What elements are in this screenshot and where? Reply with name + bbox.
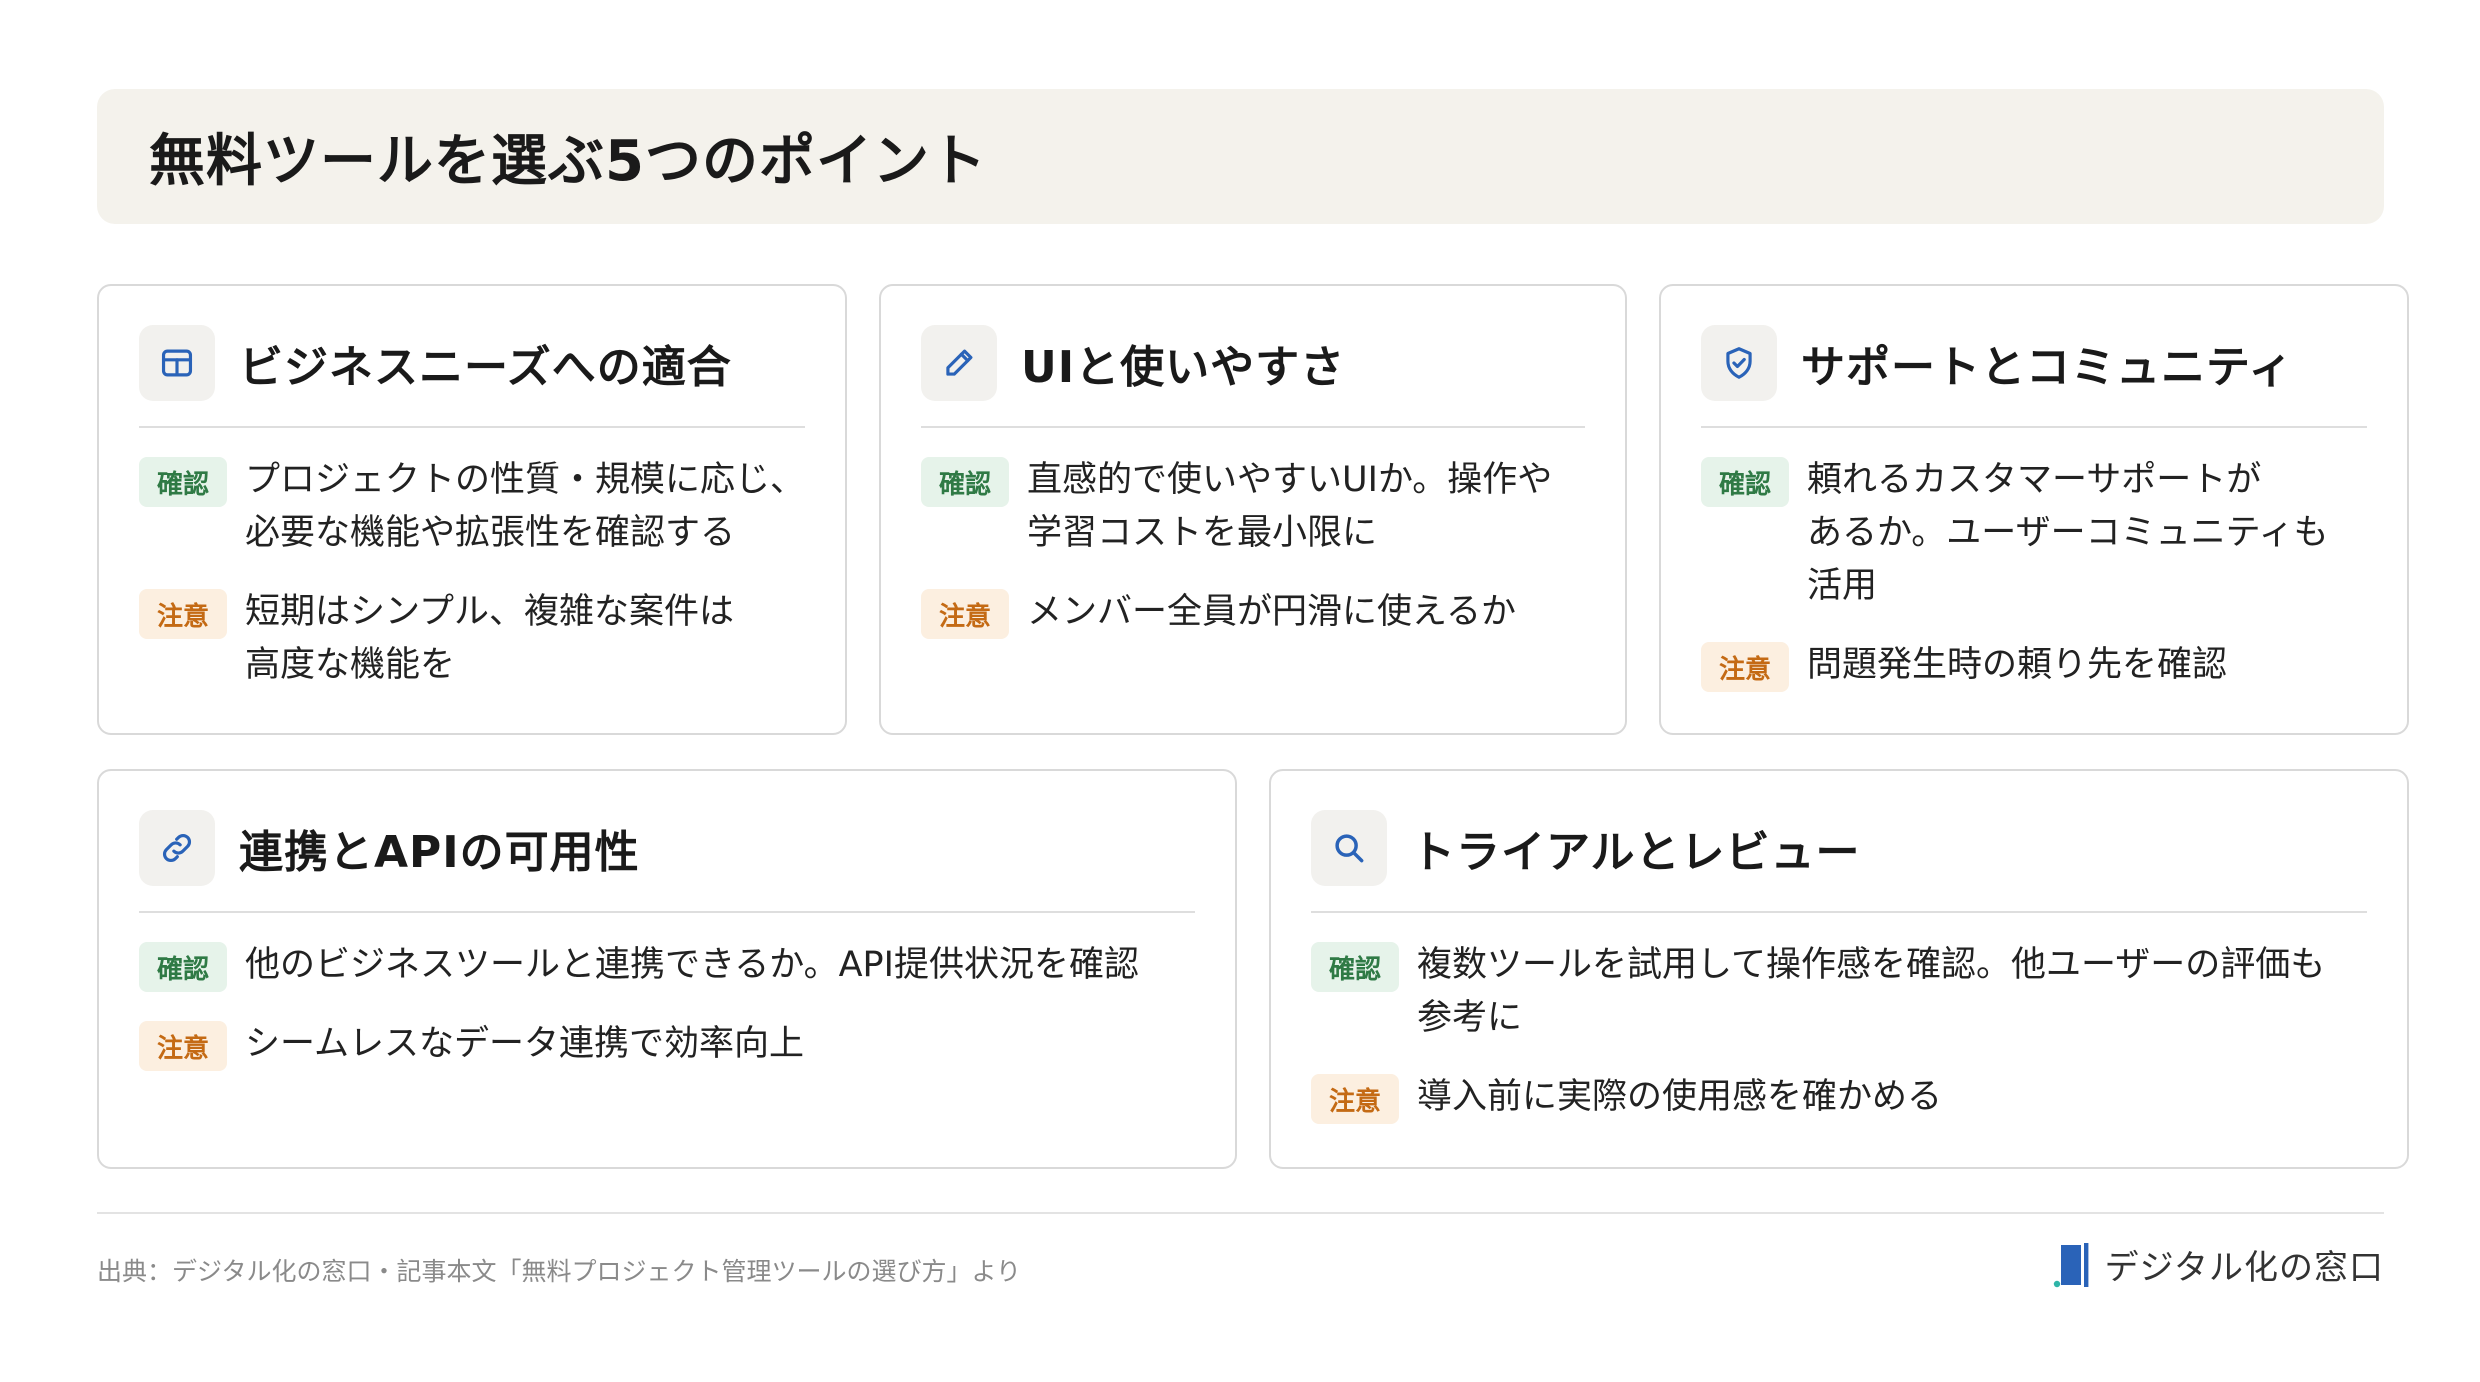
warn-badge: 注意 xyxy=(921,589,1009,639)
card-trial-review: トライアルとレビュー 確認 複数ツールを試用して操作感を確認。他ユーザーの評価も… xyxy=(1269,769,2409,1169)
card-title: サポートとコミュニティ xyxy=(1801,342,2294,393)
card-support-community: サポートとコミュニティ 確認 頼れるカスタマーサポートが あるか。ユーザーコミュ… xyxy=(1659,284,2409,735)
check-badge: 確認 xyxy=(921,457,1009,507)
page-title: 無料ツールを選ぶ5つのポイント xyxy=(149,129,987,194)
warn-text: シームレスなデータ連携で効率向上 xyxy=(245,1024,804,1064)
card-header: トライアルとレビュー xyxy=(1311,809,2367,887)
card-integration-api: 連携とAPIの可用性 確認 他のビジネスツールと連携できるか。API提供状況を確… xyxy=(97,769,1237,1169)
card-title: トライアルとレビュー xyxy=(1411,827,1861,878)
warn-text: 導入前に実際の使用感を確かめる xyxy=(1417,1077,1943,1117)
check-text: 直感的で使いやすいUIか。操作や 学習コストを最小限に xyxy=(1027,460,1553,553)
warn-row: 注意 シームレスなデータ連携で効率向上 xyxy=(139,1018,1195,1071)
warn-text: メンバー全員が円滑に使えるか xyxy=(1027,592,1516,632)
warn-text: 短期はシンプル、複雑な案件は 高度な機能を xyxy=(245,592,734,685)
grid-icon xyxy=(139,325,215,401)
brand-logo-icon xyxy=(2053,1242,2089,1287)
link-icon xyxy=(139,810,215,886)
check-row: 確認 直感的で使いやすいUIか。操作や 学習コストを最小限に xyxy=(921,454,1585,560)
check-text: 頼れるカスタマーサポートが あるか。ユーザーコミュニティも 活用 xyxy=(1807,460,2329,606)
check-badge: 確認 xyxy=(1311,942,1399,992)
check-badge: 確認 xyxy=(139,457,227,507)
footer-divider xyxy=(97,1212,2384,1214)
card-header: ビジネスニーズへの適合 xyxy=(139,324,805,402)
card-title: UIと使いやすさ xyxy=(1021,342,1346,393)
source-note: 出典：デジタル化の窓口・記事本文「無料プロジェクト管理ツールの選び方」より xyxy=(97,1257,1022,1286)
divider xyxy=(1701,426,2367,428)
warn-row: 注意 導入前に実際の使用感を確かめる xyxy=(1311,1071,2367,1124)
shield-check-icon xyxy=(1701,325,1777,401)
card-header: 連携とAPIの可用性 xyxy=(139,809,1195,887)
card-ui-usability: UIと使いやすさ 確認 直感的で使いやすいUIか。操作や 学習コストを最小限に … xyxy=(879,284,1627,735)
check-row: 確認 他のビジネスツールと連携できるか。API提供状況を確認 xyxy=(139,939,1195,992)
warn-row: 注意 メンバー全員が円滑に使えるか xyxy=(921,586,1585,639)
card-header: サポートとコミュニティ xyxy=(1701,324,2367,402)
title-banner: 無料ツールを選ぶ5つのポイント xyxy=(97,89,2384,224)
warn-badge: 注意 xyxy=(1311,1074,1399,1124)
card-header: UIと使いやすさ xyxy=(921,324,1585,402)
warn-row: 注意 短期はシンプル、複雑な案件は 高度な機能を xyxy=(139,586,805,692)
card-business-fit: ビジネスニーズへの適合 確認 プロジェクトの性質・規模に応じ、 必要な機能や拡張… xyxy=(97,284,847,735)
card-title: 連携とAPIの可用性 xyxy=(239,827,640,878)
check-badge: 確認 xyxy=(1701,457,1789,507)
check-badge: 確認 xyxy=(139,942,227,992)
divider xyxy=(139,426,805,428)
brand-name: デジタル化の窓口 xyxy=(2104,1248,2384,1288)
check-row: 確認 プロジェクトの性質・規模に応じ、 必要な機能や拡張性を確認する xyxy=(139,454,805,560)
pencil-icon xyxy=(921,325,997,401)
warn-row: 注意 問題発生時の頼り先を確認 xyxy=(1701,639,2367,692)
check-row: 確認 複数ツールを試用して操作感を確認。他ユーザーの評価も 参考に xyxy=(1311,939,2367,1045)
warn-badge: 注意 xyxy=(139,589,227,639)
card-title: ビジネスニーズへの適合 xyxy=(239,342,732,393)
check-row: 確認 頼れるカスタマーサポートが あるか。ユーザーコミュニティも 活用 xyxy=(1701,454,2367,613)
warn-badge: 注意 xyxy=(139,1021,227,1071)
warn-text: 問題発生時の頼り先を確認 xyxy=(1807,645,2228,685)
divider xyxy=(1311,911,2367,913)
check-text: プロジェクトの性質・規模に応じ、 必要な機能や拡張性を確認する xyxy=(245,460,806,553)
check-text: 複数ツールを試用して操作感を確認。他ユーザーの評価も 参考に xyxy=(1417,945,2326,1038)
check-text: 他のビジネスツールと連携できるか。API提供状況を確認 xyxy=(245,945,1139,985)
warn-badge: 注意 xyxy=(1701,642,1789,692)
divider xyxy=(921,426,1585,428)
search-icon xyxy=(1311,810,1387,886)
brand-logo-group: デジタル化の窓口 xyxy=(2053,1240,2384,1289)
divider xyxy=(139,911,1195,913)
